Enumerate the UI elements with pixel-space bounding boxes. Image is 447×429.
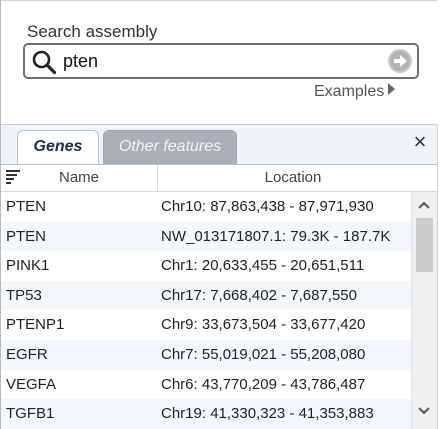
- table-row[interactable]: VEGFA Chr6: 43,770,209 - 43,786,487: [1, 370, 411, 400]
- scrollbar-thumb[interactable]: [416, 218, 433, 272]
- gene-location: NW_013171807.1: 79.3K - 187.7K: [161, 227, 391, 245]
- gene-name: EGFR: [6, 345, 48, 363]
- gene-location: Chr19: 41,330,323 - 41,353,883: [161, 405, 374, 423]
- go-button[interactable]: [387, 48, 413, 74]
- gene-name: PTEN: [6, 227, 47, 245]
- tab-genes[interactable]: Genes: [17, 130, 99, 165]
- tab-other-features[interactable]: Other features: [103, 130, 237, 165]
- gene-location: Chr6: 43,770,209 - 43,786,487: [161, 375, 366, 393]
- table-row[interactable]: EGFR Chr7: 55,019,021 - 55,208,080: [1, 339, 411, 370]
- close-icon[interactable]: ×: [411, 131, 429, 153]
- gene-name: PTENP1: [6, 316, 65, 334]
- table-row[interactable]: TGFB1 Chr19: 41,330,323 - 41,353,883: [1, 399, 411, 429]
- search-icon: [32, 50, 57, 75]
- gene-location: Chr17: 7,668,402 - 7,687,550: [161, 286, 357, 304]
- results-list: PTEN Chr10: 87,863,438 - 87,971,930 PTEN…: [1, 192, 411, 429]
- table-row[interactable]: PTENP1 Chr9: 33,673,504 - 33,677,420: [1, 310, 411, 340]
- table-header: Name Location: [1, 164, 441, 192]
- gene-name: VEGFA: [6, 375, 57, 393]
- search-panel: Search assembly Examples Genes Other fea…: [0, 0, 447, 429]
- gene-name: PINK1: [6, 257, 50, 275]
- gene-name: PTEN: [6, 198, 47, 215]
- table-row[interactable]: PTEN NW_013171807.1: 79.3K - 187.7K: [1, 221, 411, 252]
- column-header-name[interactable]: Name: [1, 165, 158, 191]
- table-row[interactable]: PINK1 Chr1: 20,633,455 - 20,651,511: [1, 251, 411, 281]
- top-divider: [1, 0, 447, 1]
- panel-right-edge-top: [437, 0, 447, 124]
- tabs-bar: Genes Other features ×: [1, 124, 447, 165]
- table-row[interactable]: TP53 Chr17: 7,668,402 - 7,687,550: [1, 280, 411, 311]
- gene-location: Chr1: 20,633,455 - 20,651,511: [161, 257, 365, 275]
- gene-location: Chr9: 33,673,504 - 33,677,420: [161, 316, 366, 334]
- search-label: Search assembly: [27, 22, 158, 41]
- search-input[interactable]: [63, 48, 363, 74]
- chevron-up-icon[interactable]: [412, 194, 436, 216]
- triangle-right-icon: [388, 83, 396, 95]
- gene-location: Chr7: 55,019,021 - 55,208,080: [161, 345, 366, 363]
- table-row[interactable]: PTEN Chr10: 87,863,438 - 87,971,930: [1, 192, 411, 222]
- column-header-location[interactable]: Location: [158, 165, 428, 191]
- gene-name: TGFB1: [6, 405, 55, 423]
- gene-name: TP53: [6, 286, 42, 304]
- vertical-scrollbar[interactable]: [411, 192, 437, 429]
- examples-label: Examples: [314, 83, 385, 100]
- search-box[interactable]: [23, 43, 419, 79]
- chevron-down-icon[interactable]: [412, 400, 436, 422]
- gene-location: Chr10: 87,863,438 - 87,971,930: [161, 198, 374, 215]
- sort-menu-icon[interactable]: [5, 168, 21, 184]
- examples-link[interactable]: Examples: [314, 83, 396, 101]
